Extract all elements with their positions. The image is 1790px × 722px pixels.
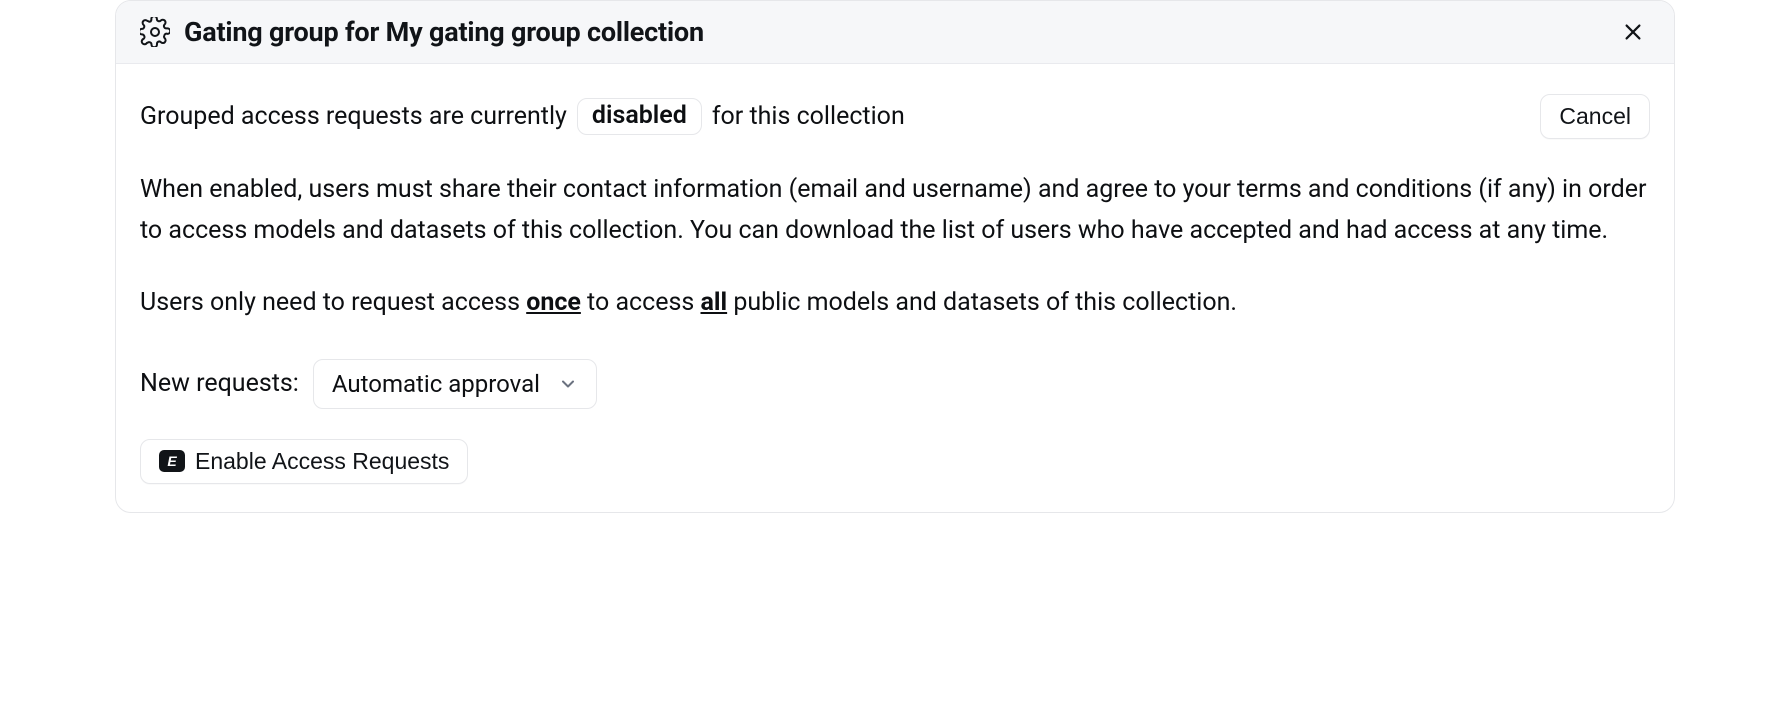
gating-icon: [140, 17, 170, 47]
new-requests-label: New requests:: [140, 369, 299, 398]
dialog-body: Grouped access requests are currently di…: [116, 64, 1674, 512]
cancel-button[interactable]: Cancel: [1540, 94, 1650, 139]
status-line: Grouped access requests are currently di…: [140, 98, 905, 135]
dialog-header-left: Gating group for My gating group collect…: [140, 16, 704, 48]
enable-key-icon: E: [159, 450, 185, 472]
new-requests-select[interactable]: Automatic approval: [313, 359, 597, 409]
dialog-header: Gating group for My gating group collect…: [116, 1, 1674, 64]
chevron-down-icon: [558, 374, 578, 394]
status-prefix: Grouped access requests are currently: [140, 102, 567, 131]
note-all: all: [701, 288, 728, 317]
close-icon: [1622, 21, 1644, 43]
description-text: When enabled, users must share their con…: [140, 169, 1650, 252]
status-suffix: for this collection: [712, 102, 905, 131]
close-button[interactable]: [1616, 15, 1650, 49]
note-p2: to access: [581, 288, 701, 317]
dialog-title: Gating group for My gating group collect…: [184, 16, 704, 48]
note-once: once: [526, 288, 581, 317]
enable-label: Enable Access Requests: [195, 448, 449, 475]
cancel-label: Cancel: [1559, 103, 1631, 130]
status-badge: disabled: [577, 98, 702, 135]
note-p3: public models and datasets of this colle…: [727, 288, 1237, 317]
new-requests-row: New requests: Automatic approval: [140, 359, 1650, 409]
gating-group-dialog: Gating group for My gating group collect…: [115, 0, 1675, 513]
enable-access-requests-button[interactable]: E Enable Access Requests: [140, 439, 468, 484]
note-p1: Users only need to request access: [140, 288, 526, 317]
new-requests-selected: Automatic approval: [332, 370, 540, 398]
note-text: Users only need to request access once t…: [140, 282, 1650, 323]
status-row: Grouped access requests are currently di…: [140, 94, 1650, 139]
